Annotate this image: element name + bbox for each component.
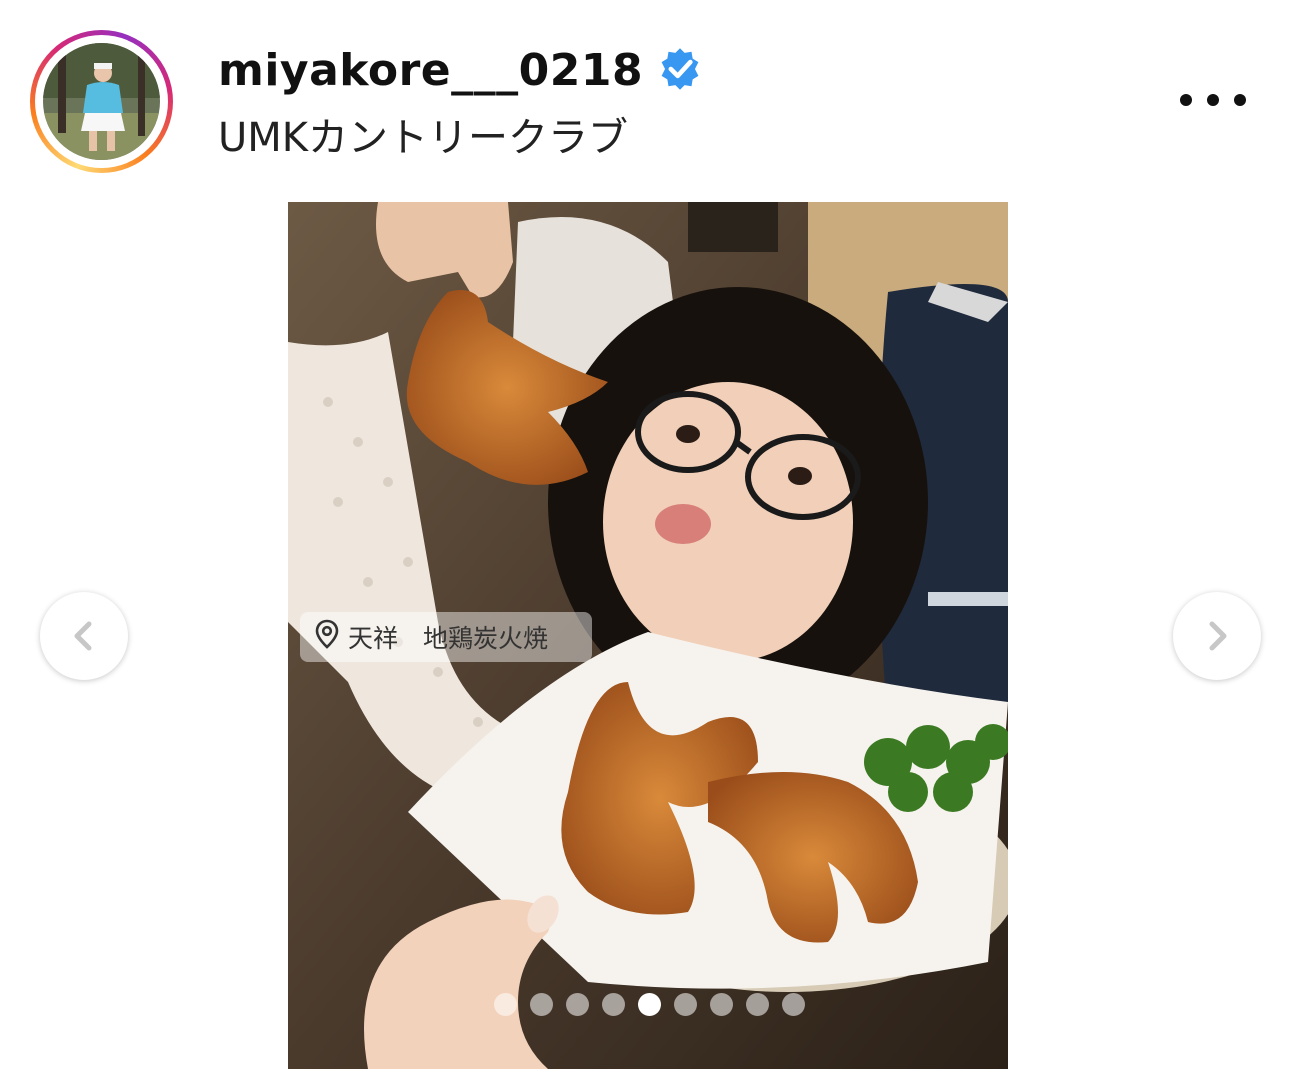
verified-badge-icon (657, 46, 703, 96)
carousel-dot (494, 993, 517, 1016)
more-options-button[interactable] (1180, 86, 1246, 114)
carousel-dot (602, 993, 625, 1016)
carousel-dot (782, 993, 805, 1016)
location-pin-icon (314, 619, 340, 655)
more-horizontal-icon (1180, 94, 1192, 106)
username[interactable]: miyakore___0218 (218, 43, 643, 99)
carousel-dot (674, 993, 697, 1016)
location-tag[interactable]: 天祥 地鶏炭火焼 (300, 612, 592, 662)
location-tag-label: 天祥 地鶏炭火焼 (348, 624, 549, 653)
carousel-dot (530, 993, 553, 1016)
chevron-right-icon (1209, 621, 1227, 651)
more-horizontal-icon (1234, 94, 1246, 106)
next-slide-button[interactable] (1173, 592, 1261, 680)
avatar-story-ring[interactable] (30, 30, 173, 173)
chevron-left-icon (74, 621, 92, 651)
username-row: miyakore___0218 (218, 43, 703, 99)
carousel-dot (638, 993, 661, 1016)
avatar[interactable] (43, 43, 160, 160)
more-horizontal-icon (1207, 94, 1219, 106)
carousel-dot (710, 993, 733, 1016)
carousel-pager (494, 993, 805, 1016)
carousel-dot (566, 993, 589, 1016)
carousel-dot (746, 993, 769, 1016)
previous-slide-button[interactable] (40, 592, 128, 680)
post-location-link[interactable]: UMKカントリークラブ (218, 112, 628, 164)
avatar-photo (43, 43, 160, 160)
